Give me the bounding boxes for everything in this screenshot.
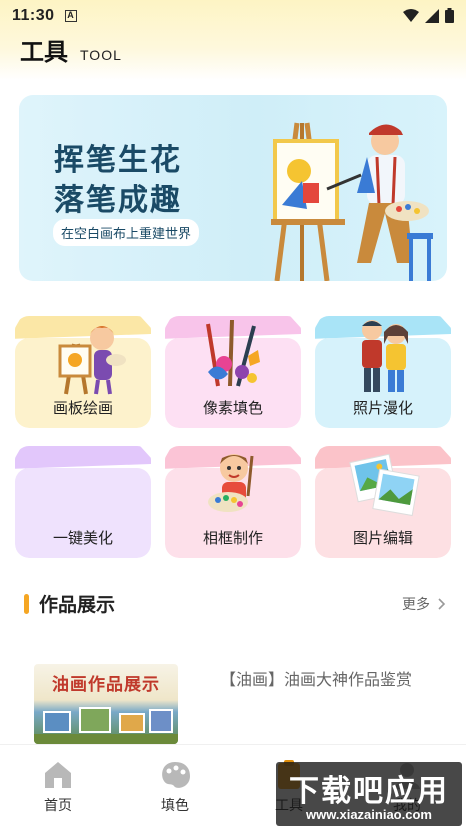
notification-badge-icon: A [64, 10, 77, 22]
tool-card-drawing[interactable]: 画板绘画 [15, 316, 151, 428]
banner-headline-1: 挥笔生花 [54, 144, 182, 177]
work-title: 【油画】油画大神作品鉴赏 [220, 672, 413, 689]
signal-icon [425, 8, 439, 23]
tool-card-frame[interactable]: 相框制作 [165, 446, 301, 558]
more-link[interactable]: 更多 [402, 594, 446, 614]
work-thumbnail: 油画作品展示 [34, 664, 178, 744]
tool-label: 图片编辑 [352, 530, 413, 547]
battery-icon [445, 8, 454, 23]
nav-item-fill[interactable]: 填色 [140, 759, 210, 815]
paint-brushes-icon [165, 316, 301, 406]
photo-stack-icon [315, 446, 451, 536]
tool-label: 照片漫化 [352, 400, 413, 417]
watermark-url: www.xiazainiao.com [306, 807, 432, 822]
nav-item-home[interactable]: 首页 [23, 759, 93, 815]
more-label: 更多 [402, 596, 430, 612]
painter-at-easel-icon [271, 122, 433, 281]
promo-banner[interactable]: 挥笔生花 落笔成趣 在空白画布上重建世界 [19, 95, 447, 281]
status-bar: 11:30 A [0, 0, 466, 32]
tool-card-pixel-fill[interactable]: 像素填色 [165, 316, 301, 428]
status-icons [403, 8, 454, 23]
watermark: 下载吧应用 www.xiazainiao.com [276, 762, 462, 826]
nav-label: 首页 [44, 797, 72, 813]
home-icon [45, 762, 71, 788]
status-time: 11:30 [12, 7, 55, 24]
banner-tagline: 在空白画布上重建世界 [53, 219, 200, 246]
thumbnail-title: 油画作品展示 [52, 675, 160, 694]
tool-label: 相框制作 [202, 530, 263, 547]
tool-label: 一键美化 [52, 530, 113, 547]
page-header: 工具 TOOL [20, 32, 122, 67]
page-title: 工具 [20, 39, 68, 66]
page-subtitle: TOOL [80, 47, 122, 63]
nav-label: 填色 [161, 797, 189, 813]
bottom-navigation: 首页 填色 工具 我的 下载吧应用 www.xiazainiao.com [0, 744, 466, 830]
wifi-icon [403, 8, 419, 22]
tool-card-photo-cartoon[interactable]: 照片漫化 [315, 316, 451, 428]
tool-label: 像素填色 [202, 400, 263, 417]
landscape-paintings-icon [34, 707, 178, 744]
palette-boy-icon [165, 446, 301, 536]
work-list-item[interactable]: 油画作品展示 【油画】油画大神作品鉴赏 [34, 664, 434, 744]
section-accent-bar [24, 593, 29, 614]
chevron-right-icon [438, 598, 446, 610]
banner-headline-2: 落笔成趣 [54, 184, 182, 217]
tool-card-beautify[interactable]: 一键美化 [15, 446, 151, 558]
tool-card-image-edit[interactable]: 图片编辑 [315, 446, 451, 558]
painter-girl-icon [15, 316, 151, 406]
works-section-header: 作品展示 [24, 590, 115, 617]
watermark-text: 下载吧应用 [289, 775, 449, 808]
cartoon-couple-icon [315, 316, 451, 406]
section-title: 作品展示 [39, 595, 116, 616]
palette-icon [162, 762, 190, 788]
tool-label: 画板绘画 [52, 400, 113, 417]
